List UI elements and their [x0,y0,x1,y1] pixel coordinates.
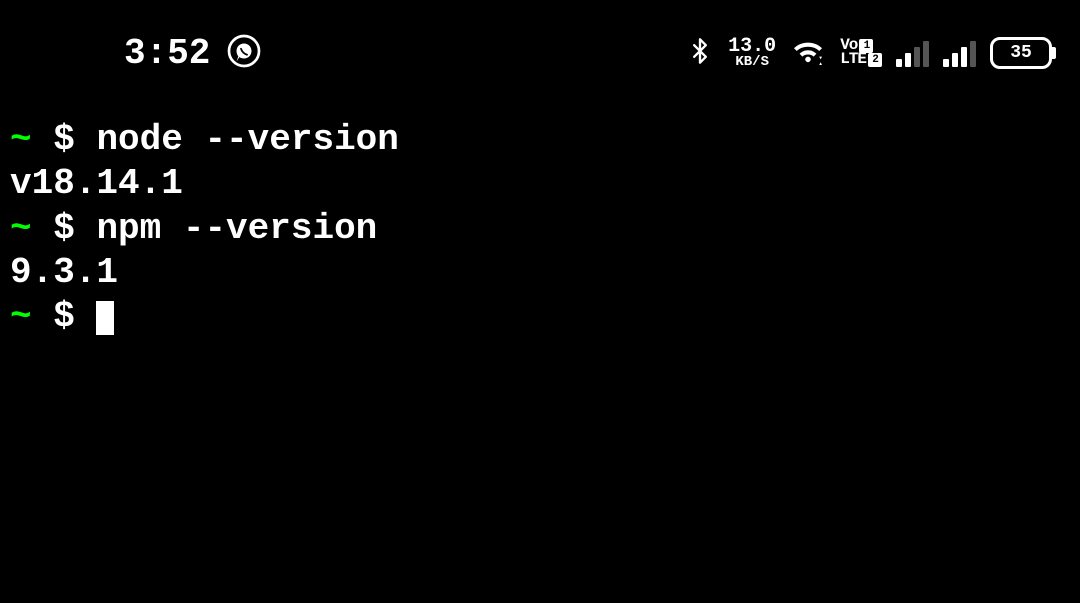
terminal-prompt-line: ~ $ npm --version [10,207,1070,251]
signal-bars-sim1 [896,39,929,67]
net-speed-unit: KB/S [735,56,769,69]
volte-indicator: Vo1 LTE2 [840,39,882,67]
signal-bars-sim2 [943,39,976,67]
battery-indicator: 35 [990,37,1056,69]
prompt-separator: $ [53,119,96,160]
output-text: v18.14.1 [10,163,183,204]
cursor [96,301,114,335]
prompt-separator: $ [53,208,96,249]
prompt-cwd: ~ [10,296,53,337]
clock: 3:52 [124,33,210,74]
terminal-prompt-line: ~ $ [10,295,1070,339]
network-speed: 13.0 KB/S [728,38,776,69]
terminal-output-line: v18.14.1 [10,162,1070,206]
command-text: node --version [96,119,398,160]
prompt-cwd: ~ [10,208,53,249]
terminal-output-line: 9.3.1 [10,251,1070,295]
volte-bot-num: 2 [868,53,882,67]
prompt-separator: $ [53,296,96,337]
wifi-icon [790,37,826,70]
whatsapp-icon [226,33,262,74]
status-bar: 3:52 13.0 KB/S [0,0,1080,98]
status-left: 3:52 [24,33,262,74]
battery-level: 35 [990,37,1052,69]
output-text: 9.3.1 [10,252,118,293]
net-speed-value: 13.0 [728,38,776,56]
prompt-cwd: ~ [10,119,53,160]
terminal-prompt-line: ~ $ node --version [10,118,1070,162]
status-right: 13.0 KB/S Vo1 LTE2 [686,35,1056,72]
terminal-area[interactable]: ~ $ node --versionv18.14.1~ $ npm --vers… [0,98,1080,339]
command-text: npm --version [96,208,377,249]
bluetooth-icon [686,35,714,72]
volte-bot-label: LTE [840,53,866,67]
